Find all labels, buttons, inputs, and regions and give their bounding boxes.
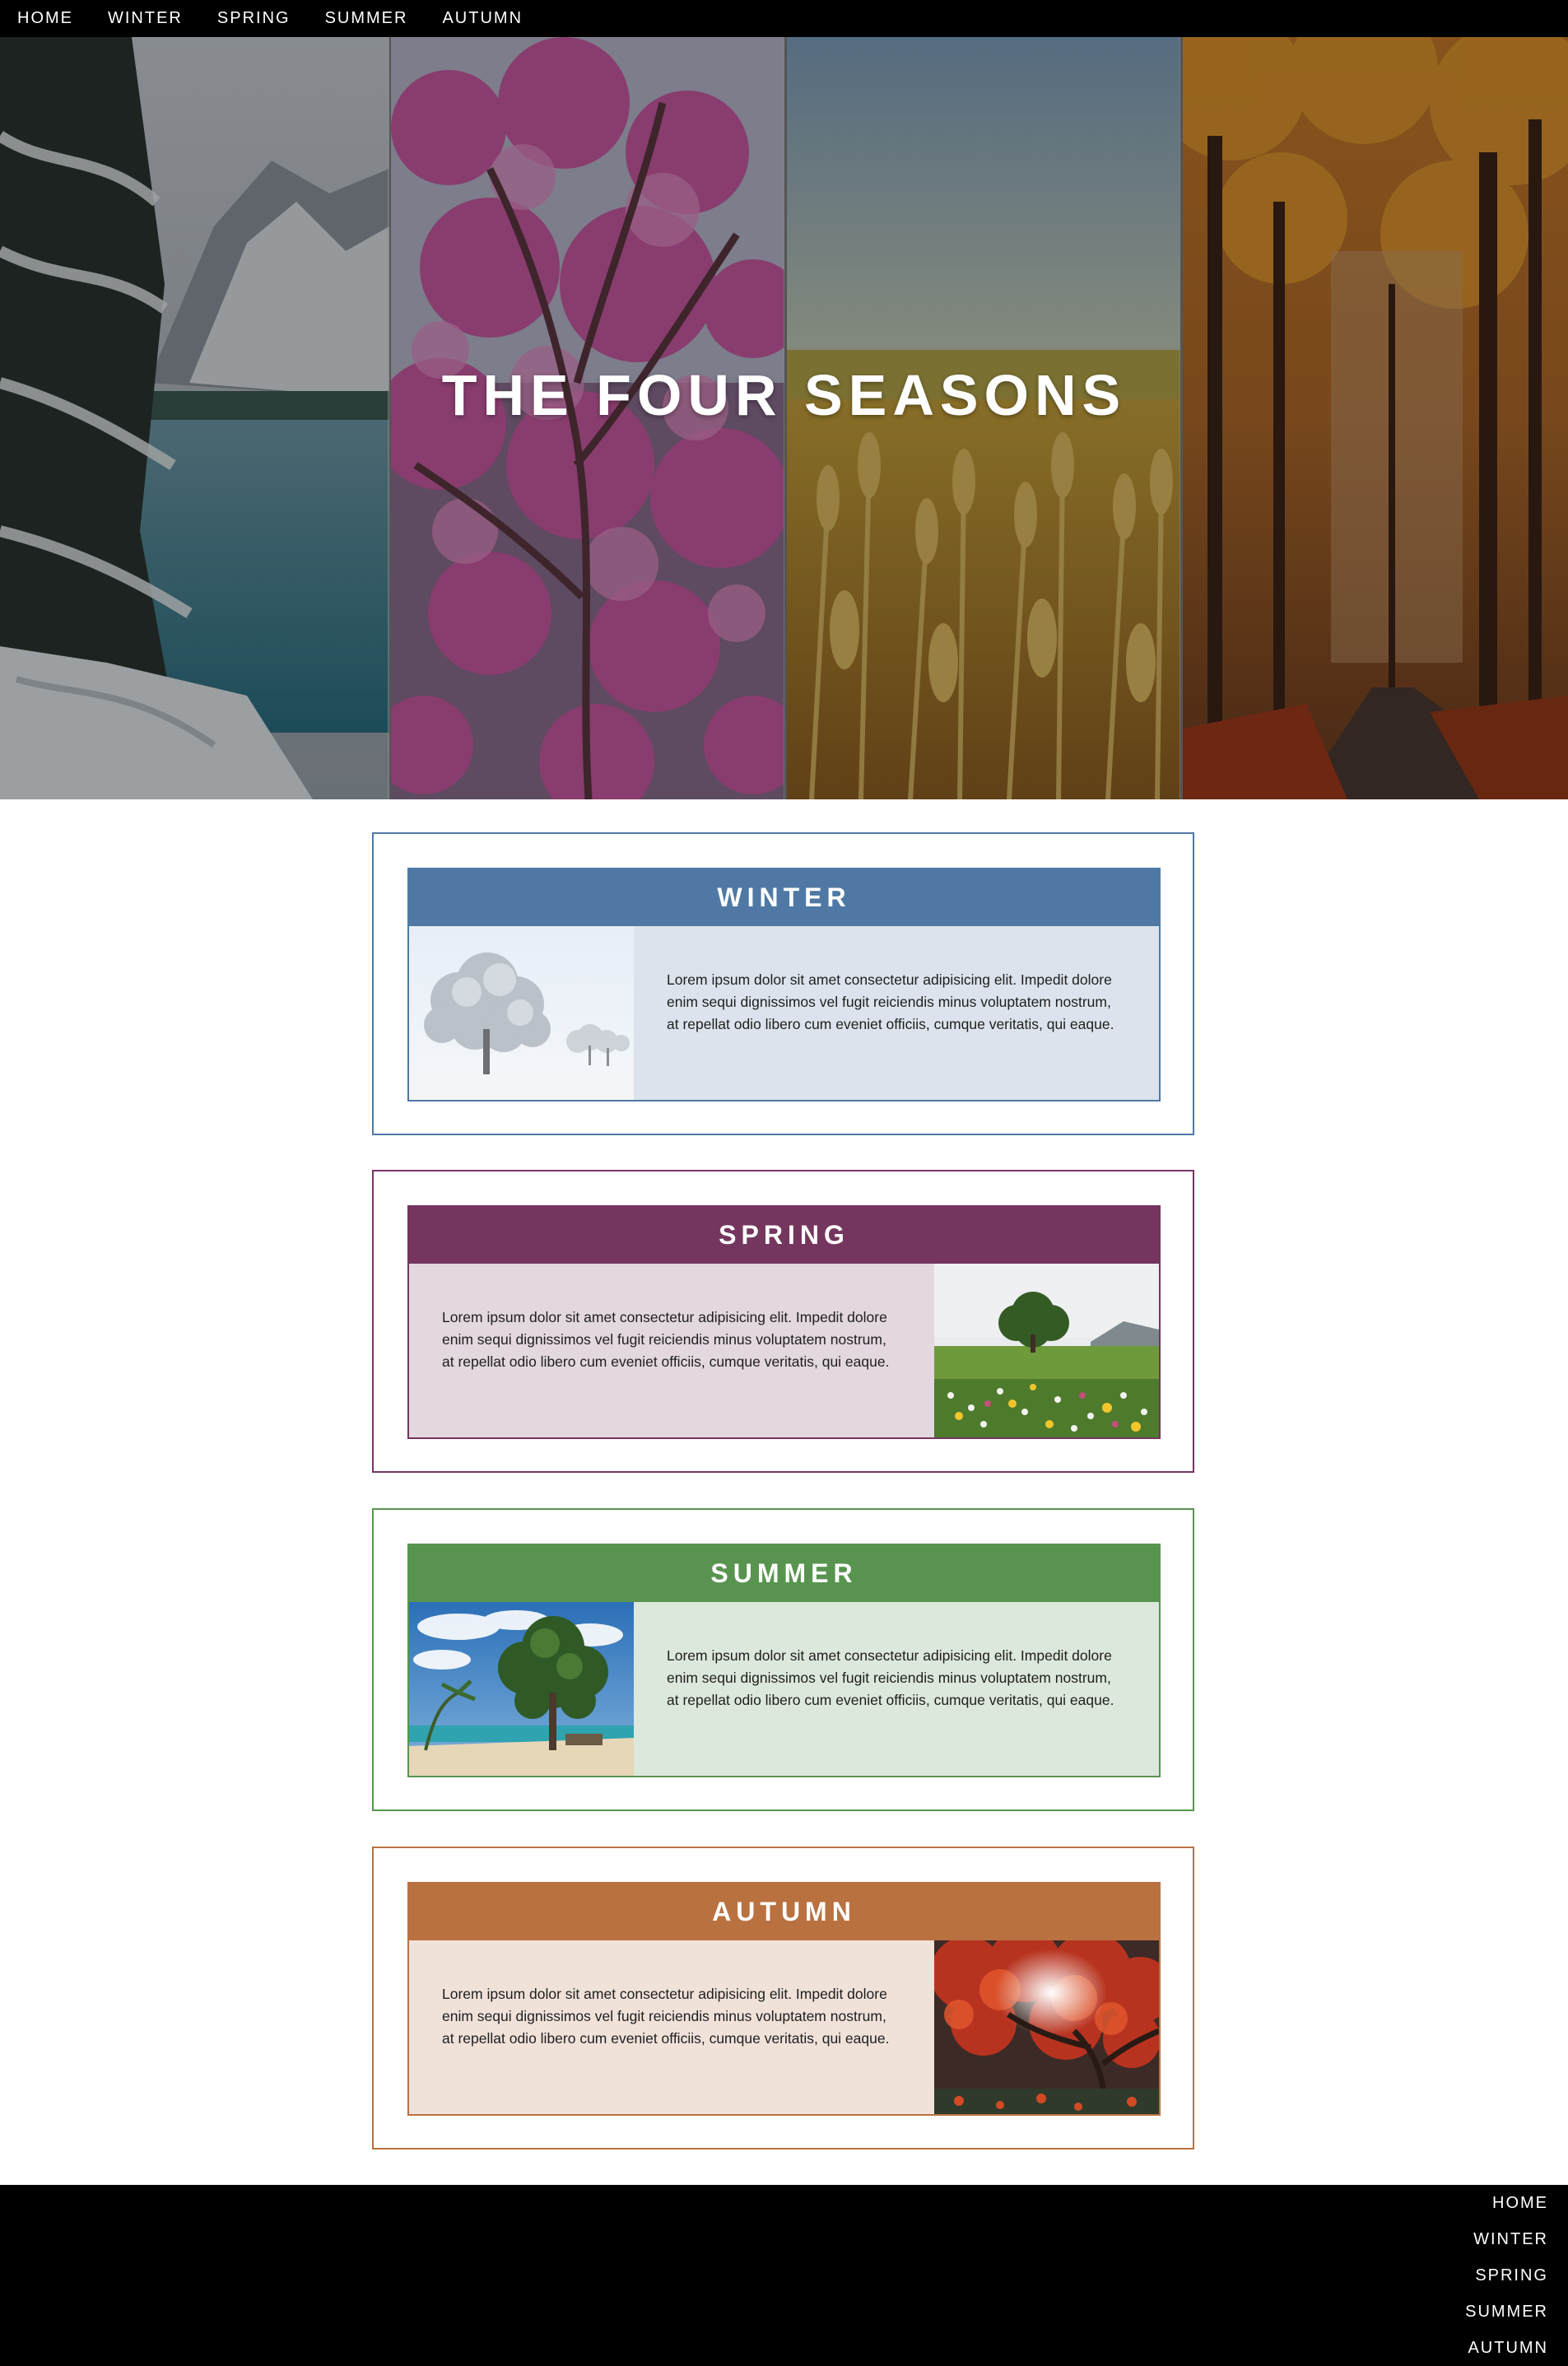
season-heading-winter: WINTER	[409, 869, 1159, 926]
red-maple-photo	[934, 1940, 1159, 2114]
season-text-winter: Lorem ipsum dolor sit amet consectetur a…	[667, 971, 1114, 1032]
season-heading-autumn: AUTUMN	[409, 1884, 1159, 1940]
nav-link-autumn[interactable]: AUTUMN	[442, 0, 523, 37]
nav-link-spring[interactable]: SPRING	[217, 0, 291, 37]
season-image-winter	[409, 926, 634, 1100]
beach-tree-photo	[409, 1602, 634, 1776]
hero-banner: THE FOUR SEASONS	[0, 37, 1568, 799]
season-image-autumn	[934, 1940, 1159, 2114]
hero-title: THE FOUR SEASONS	[441, 363, 1127, 427]
season-inner-autumn: AUTUMN Lorem ipsum dolor sit amet consec…	[407, 1882, 1161, 2116]
season-inner-summer: SUMMER Lorem ipsum dolor sit amet consec…	[407, 1544, 1161, 1777]
season-inner-winter: WINTER Lorem ipsum dolor sit amet consec…	[407, 868, 1161, 1101]
season-text-summer: Lorem ipsum dolor sit amet consectetur a…	[667, 1647, 1114, 1708]
season-card-autumn: AUTUMN Lorem ipsum dolor sit amet consec…	[372, 1847, 1194, 2149]
nav-link-winter[interactable]: WINTER	[108, 0, 183, 37]
season-image-spring	[934, 1264, 1159, 1437]
footer-nav: HOME WINTER SPRING SUMMER AUTUMN	[0, 2185, 1568, 2366]
snowy-tree-photo	[409, 926, 634, 1100]
season-heading-summer: SUMMER	[409, 1545, 1159, 1602]
footer-link-home[interactable]: HOME	[1492, 2193, 1548, 2213]
footer-link-autumn[interactable]: AUTUMN	[1468, 2338, 1548, 2358]
season-text-autumn: Lorem ipsum dolor sit amet consectetur a…	[442, 1986, 890, 2047]
footer-link-spring[interactable]: SPRING	[1475, 2266, 1548, 2285]
flower-meadow-photo	[934, 1264, 1159, 1437]
nav-link-home[interactable]: HOME	[17, 0, 73, 37]
season-image-summer	[409, 1602, 634, 1776]
season-text-spring: Lorem ipsum dolor sit amet consectetur a…	[442, 1309, 890, 1370]
season-card-summer: SUMMER Lorem ipsum dolor sit amet consec…	[372, 1508, 1194, 1811]
top-nav: HOME WINTER SPRING SUMMER AUTUMN	[0, 0, 1568, 37]
season-heading-spring: SPRING	[409, 1207, 1159, 1264]
nav-link-summer[interactable]: SUMMER	[325, 0, 408, 37]
footer-link-winter[interactable]: WINTER	[1473, 2229, 1548, 2249]
season-card-winter: WINTER Lorem ipsum dolor sit amet consec…	[372, 832, 1194, 1135]
season-card-spring: SPRING Lorem ipsum dolor sit amet consec…	[372, 1170, 1194, 1473]
season-inner-spring: SPRING Lorem ipsum dolor sit amet consec…	[407, 1205, 1161, 1439]
footer-link-summer[interactable]: SUMMER	[1465, 2302, 1548, 2322]
